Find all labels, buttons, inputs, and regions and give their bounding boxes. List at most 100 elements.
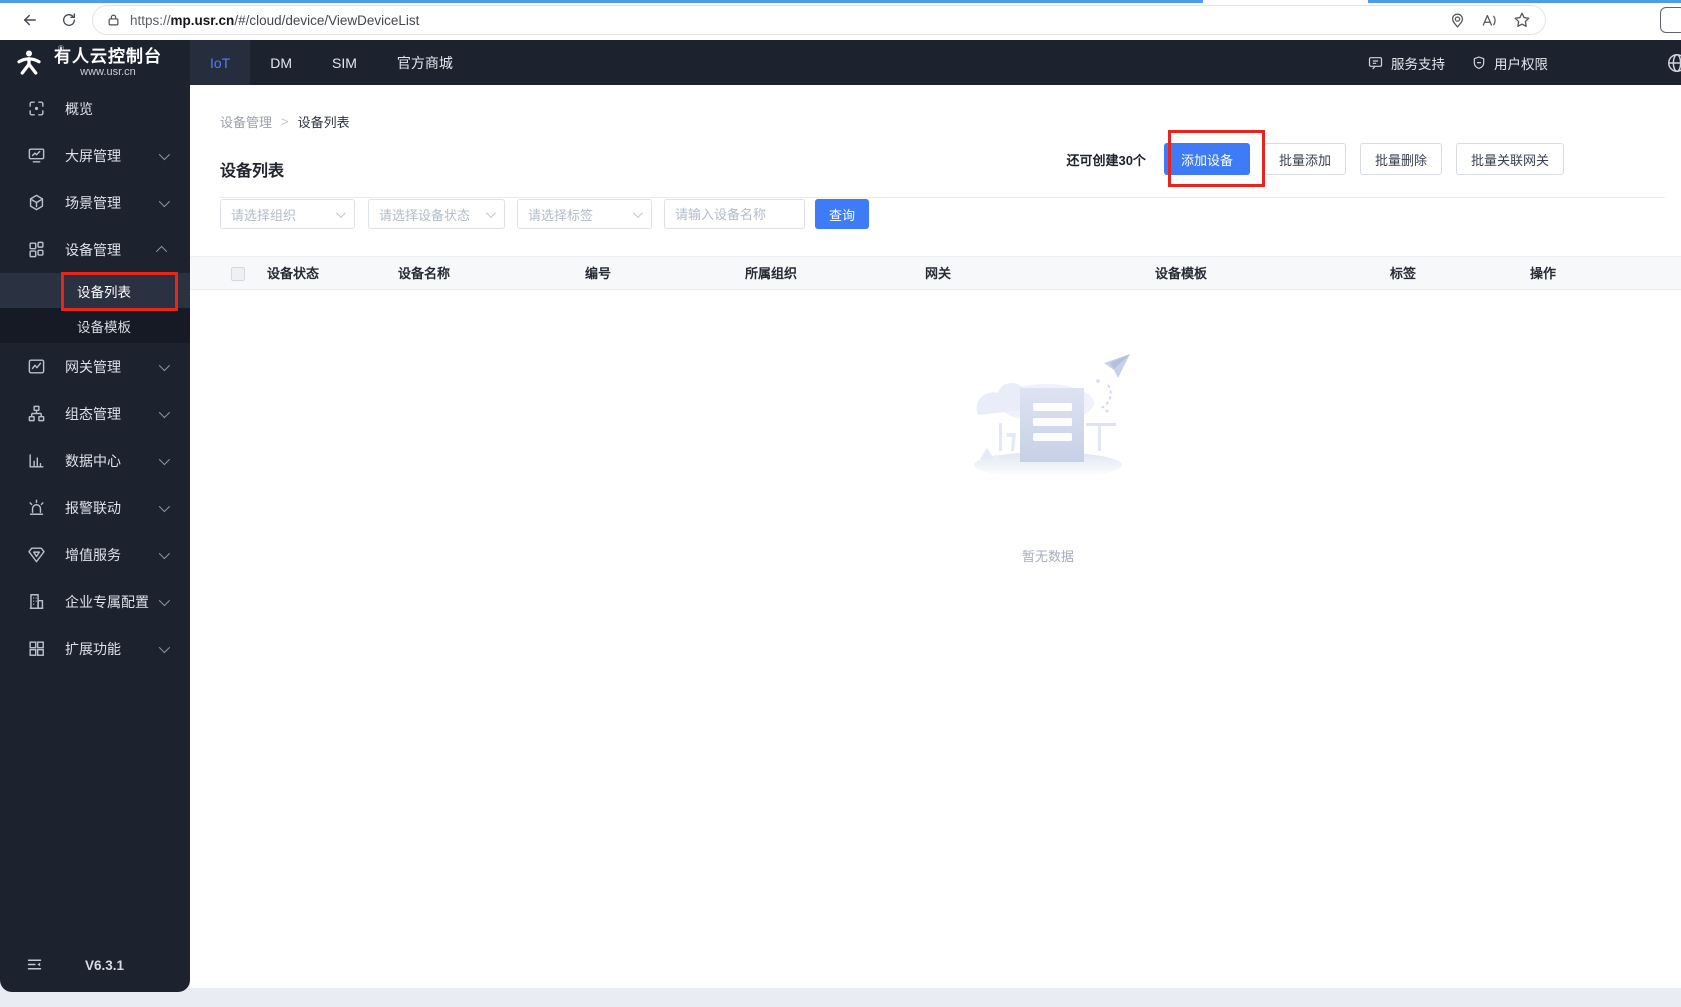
- globe-icon[interactable]: [1666, 52, 1681, 79]
- column-device-name: 设备名称: [398, 266, 451, 281]
- browser-edge-partial-icon[interactable]: [1660, 7, 1681, 33]
- chevron-down-icon: [158, 547, 171, 559]
- sidebar-item-label: 数据中心: [65, 452, 121, 469]
- add-device-button[interactable]: 添加设备: [1163, 143, 1250, 175]
- device-status-select[interactable]: 请选择设备状态: [368, 199, 505, 229]
- device-name-input[interactable]: [664, 199, 805, 229]
- usr-logo-icon: [14, 48, 44, 78]
- building-icon: [27, 592, 46, 611]
- sidebar-item-overview[interactable]: 概览: [0, 85, 190, 132]
- collapse-sidebar-icon[interactable]: [26, 956, 43, 978]
- org-select[interactable]: 请选择组织: [220, 199, 355, 229]
- app-window: https://mp.usr.cn/#/cloud/device/ViewDev…: [0, 0, 1681, 1007]
- empty-state-label: 暂无数据: [1021, 549, 1074, 564]
- breadcrumb-device-list: 设备列表: [297, 115, 350, 130]
- registered-mark: ®: [58, 44, 64, 53]
- overview-icon: [27, 99, 46, 118]
- chevron-up-icon: [155, 245, 168, 257]
- sidebar-item-alarm-linkage[interactable]: 报警联动: [0, 484, 190, 531]
- address-bar-actions: [1449, 11, 1545, 29]
- column-device-template: 设备模板: [1155, 266, 1208, 281]
- location-icon[interactable]: [1449, 12, 1466, 29]
- grid-icon: [27, 639, 46, 658]
- column-gateway: 网关: [925, 266, 952, 281]
- sidebar-item-config-mgmt[interactable]: 组态管理: [0, 390, 190, 437]
- url-path: /#/cloud/device/ViewDeviceList: [234, 12, 420, 28]
- sidebar-item-data-center[interactable]: 数据中心: [0, 437, 190, 484]
- tab-sim[interactable]: SIM: [312, 40, 377, 85]
- search-button[interactable]: 查询: [815, 199, 869, 229]
- tab-iot[interactable]: IoT: [190, 40, 251, 85]
- sidebar-item-enterprise-config[interactable]: 企业专属配置: [0, 578, 190, 625]
- column-actions: 操作: [1530, 266, 1557, 281]
- chevron-down-icon: [485, 207, 496, 218]
- select-all-checkbox[interactable]: [231, 267, 245, 281]
- browser-back-button[interactable]: [16, 6, 44, 34]
- batch-link-gateway-button[interactable]: 批量关联网关: [1455, 143, 1564, 175]
- tag-select-placeholder: 请选择标签: [528, 207, 594, 223]
- navbar-right: 服务支持 用户权限: [1367, 40, 1548, 85]
- tag-select[interactable]: 请选择标签: [517, 199, 652, 229]
- sidebar-item-device-mgmt[interactable]: 设备管理: [0, 226, 190, 273]
- tab-official-mall[interactable]: 官方商城: [377, 40, 473, 85]
- header-divider: [220, 197, 1665, 198]
- user-permission[interactable]: 用户权限: [1471, 53, 1548, 73]
- service-support[interactable]: 服务支持: [1367, 53, 1445, 73]
- brand-subtitle: www.usr.cn: [80, 65, 136, 78]
- sidebar-footer: V6.3.1: [0, 954, 190, 982]
- read-aloud-icon[interactable]: [1480, 12, 1499, 29]
- chevron-down-icon: [158, 641, 171, 653]
- version-label: V6.3.1: [85, 958, 125, 973]
- sidebar-item-label: 场景管理: [65, 194, 121, 211]
- sidebar-item-device-template[interactable]: 设备模板: [0, 308, 190, 343]
- empty-state-illustration: [974, 354, 1130, 478]
- lock-icon[interactable]: [107, 13, 120, 27]
- brand-title: 有人云控制台: [54, 46, 162, 66]
- chevron-down-icon: [158, 594, 171, 606]
- chevron-down-icon: [158, 359, 171, 371]
- browser-refresh-button[interactable]: [55, 6, 83, 34]
- url-text: https://mp.usr.cn/#/cloud/device/ViewDev…: [130, 13, 419, 28]
- brand-logo[interactable]: ® 有人云控制台 www.usr.cn: [14, 40, 162, 85]
- device-mgmt-icon: [27, 240, 46, 259]
- sidebar-item-label: 报警联动: [65, 499, 121, 516]
- browser-toolbar: https://mp.usr.cn/#/cloud/device/ViewDev…: [0, 0, 1681, 40]
- address-bar[interactable]: https://mp.usr.cn/#/cloud/device/ViewDev…: [92, 5, 1546, 35]
- quota-remaining-label: 还可创建30个: [1066, 152, 1146, 168]
- product-tabs: IoT DM SIM 官方商城: [190, 40, 473, 85]
- tab-loading-strip: [0, 0, 1203, 3]
- url-domain: mp.usr.cn: [170, 12, 235, 28]
- column-tag: 标签: [1390, 266, 1417, 281]
- sidebar-item-label: 扩展功能: [65, 640, 121, 657]
- back-arrow-icon: [24, 14, 36, 26]
- brand-text: 有人云控制台 www.usr.cn: [54, 47, 162, 79]
- chevron-down-icon: [158, 195, 171, 207]
- shield-icon: [1473, 55, 1485, 69]
- sidebar-item-extensions[interactable]: 扩展功能: [0, 625, 190, 672]
- user-permission-label: 用户权限: [1494, 56, 1548, 72]
- breadcrumb-device-mgmt[interactable]: 设备管理: [220, 112, 272, 131]
- favorite-star-icon[interactable]: [1513, 11, 1531, 29]
- tab-dm[interactable]: DM: [250, 40, 312, 85]
- sidebar-item-label: 设备管理: [65, 241, 121, 258]
- chevron-down-icon: [158, 148, 171, 160]
- column-serial: 编号: [585, 266, 612, 281]
- sidebar-item-label: 组态管理: [65, 405, 121, 422]
- sidebar-item-label: 概览: [65, 100, 93, 117]
- sidebar-item-device-list[interactable]: 设备列表: [0, 273, 190, 308]
- batch-delete-button[interactable]: 批量删除: [1359, 143, 1442, 175]
- chevron-down-icon: [158, 406, 171, 418]
- gem-shield-icon: [27, 545, 46, 564]
- batch-add-button[interactable]: 批量添加: [1263, 143, 1346, 175]
- column-device-status: 设备状态: [267, 266, 320, 281]
- sidebar-item-gateway-mgmt[interactable]: 网关管理: [0, 343, 190, 390]
- chat-bubble-icon: [1368, 56, 1383, 69]
- sidebar-item-scene-mgmt[interactable]: 场景管理: [0, 179, 190, 226]
- sidebar-item-value-added[interactable]: 增值服务: [0, 531, 190, 578]
- tab-loading-strip: [1368, 0, 1681, 3]
- sidebar-item-label: 网关管理: [65, 358, 121, 375]
- sidebar-item-screen-mgmt[interactable]: 大屏管理: [0, 132, 190, 179]
- url-scheme: https://: [130, 12, 171, 28]
- bar-chart-icon: [27, 451, 46, 470]
- service-support-label: 服务支持: [1391, 56, 1445, 72]
